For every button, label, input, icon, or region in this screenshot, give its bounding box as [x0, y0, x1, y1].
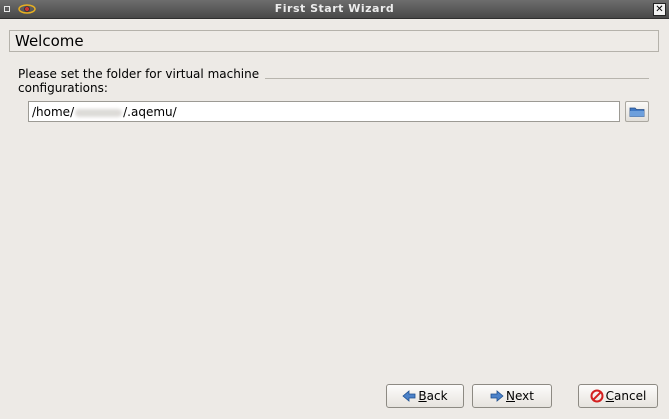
close-icon[interactable]: ✕ — [653, 3, 666, 16]
title-bar[interactable]: First Start Wizard ✕ — [0, 0, 669, 19]
arrow-right-icon — [490, 389, 504, 402]
window-title: First Start Wizard — [274, 2, 395, 15]
page-header: Welcome — [9, 30, 659, 52]
cancel-icon — [590, 389, 604, 402]
arrow-left-icon — [402, 389, 416, 402]
path-prefix: /home/ — [32, 105, 75, 119]
back-button[interactable]: Back — [386, 384, 464, 408]
browse-folder-button[interactable] — [625, 101, 649, 122]
cancel-label: ancel — [614, 389, 647, 403]
group-divider — [265, 78, 649, 79]
back-label: ack — [426, 389, 448, 403]
folder-group-label: Please set the folder for virtual machin… — [18, 67, 260, 95]
cancel-button[interactable]: Cancel — [578, 384, 658, 408]
vm-folder-path-input[interactable]: /home/ /.aqemu/ — [28, 101, 620, 122]
next-mnemonic: N — [506, 389, 515, 403]
back-mnemonic: B — [418, 389, 427, 403]
path-suffix: /.aqemu/ — [123, 105, 177, 119]
redacted-username — [75, 108, 123, 117]
folder-icon — [629, 107, 645, 117]
page-title: Welcome — [15, 32, 84, 50]
next-label: ext — [515, 389, 534, 403]
cancel-mnemonic: C — [605, 389, 615, 403]
next-button[interactable]: Next — [472, 384, 552, 408]
